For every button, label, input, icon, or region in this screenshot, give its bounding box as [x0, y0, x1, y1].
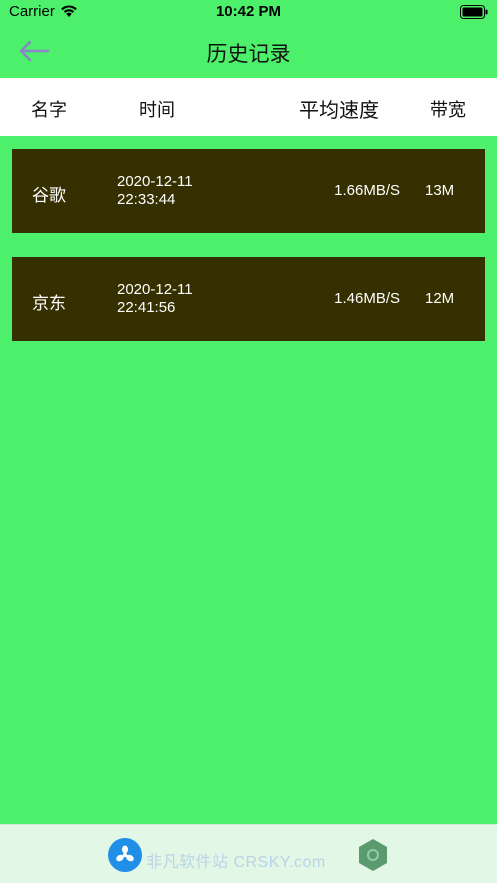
history-screen: Carrier 10:42 PM 历史记录 名字 时间 平均速度 带宽 谷歌 2…: [0, 0, 497, 883]
row-name: 谷歌: [32, 186, 66, 205]
history-row[interactable]: 谷歌 2020-12-11 22:33:44 1.66MB/S 13M: [12, 149, 485, 233]
header-time: 时间: [139, 100, 175, 120]
history-row[interactable]: 京东 2020-12-11 22:41:56 1.46MB/S 12M: [12, 257, 485, 341]
row-time: 2020-12-11 22:33:44: [117, 173, 193, 209]
row-bandwidth: 13M: [425, 182, 455, 199]
navigation-bar: 历史记录: [0, 26, 497, 78]
header-name: 名字: [31, 100, 67, 120]
row-bandwidth: 12M: [425, 290, 455, 307]
row-speed: 1.46MB/S: [334, 290, 400, 307]
status-bar: Carrier 10:42 PM: [0, 0, 497, 26]
row-date: 2020-12-11: [117, 173, 193, 190]
header-speed: 平均速度: [299, 100, 379, 122]
table-header: 名字 时间 平均速度 带宽: [0, 78, 497, 136]
row-date: 2020-12-11: [117, 281, 193, 298]
hexagon-logo-icon: [356, 838, 390, 872]
page-title: 历史记录: [206, 43, 291, 66]
row-clock: 22:41:56: [117, 299, 176, 316]
fan-logo-icon: [108, 838, 142, 872]
row-speed: 1.66MB/S: [334, 182, 400, 199]
battery-icon: [460, 5, 488, 19]
watermark-text: 非凡软件站 CRSKY.com: [146, 854, 326, 871]
header-bandwidth: 带宽: [430, 100, 466, 120]
bottom-bar: 非凡软件站 CRSKY.com: [0, 824, 497, 883]
row-time: 2020-12-11 22:41:56: [117, 281, 193, 317]
row-name: 京东: [32, 294, 66, 313]
status-time: 10:42 PM: [215, 3, 282, 20]
row-clock: 22:33:44: [117, 191, 176, 208]
